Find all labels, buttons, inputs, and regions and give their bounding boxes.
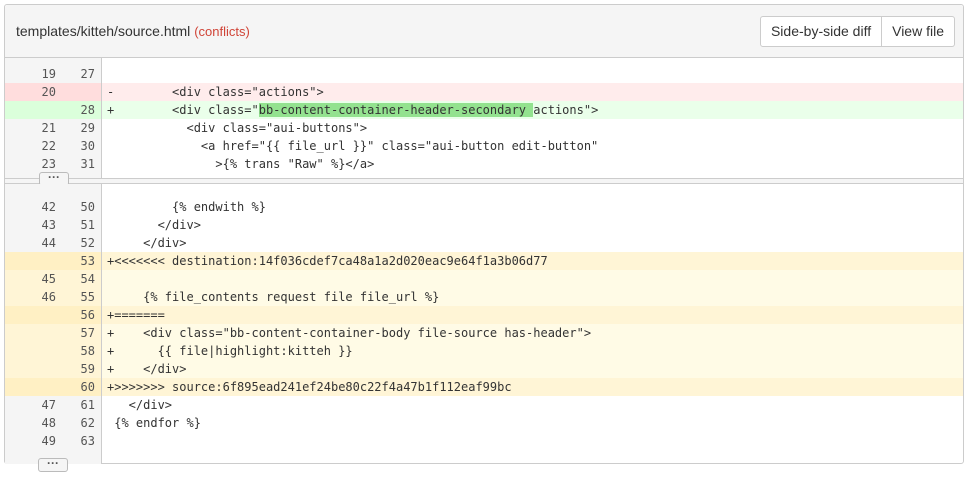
diff-line: 46 55 {% file_contents request file file_… xyxy=(5,288,963,306)
old-line-number[interactable]: 19 xyxy=(5,65,56,83)
new-line-number[interactable]: 56 xyxy=(61,306,95,324)
code-content: +>>>>>>> source:6f895ead241ef24be80c22f4… xyxy=(107,380,512,394)
old-line-number[interactable]: 22 xyxy=(5,137,56,155)
new-line-number[interactable]: 55 xyxy=(61,288,95,306)
code-segment: + <div class=" xyxy=(107,103,259,117)
diff-line: 48 62 {% endfor %} xyxy=(5,414,963,432)
code-content: {% endwith %} xyxy=(107,200,266,214)
new-line-number[interactable]: 31 xyxy=(61,155,95,173)
changed-word-highlight: bb-content-container-header-secondary xyxy=(258,103,534,117)
new-line-number[interactable]: 28 xyxy=(61,101,95,119)
side-by-side-diff-button[interactable]: Side-by-side diff xyxy=(759,16,883,47)
new-line-number[interactable]: 54 xyxy=(61,270,95,288)
code-content: + {{ file|highlight:kitteh }} xyxy=(107,344,353,358)
new-line-number[interactable]: 61 xyxy=(61,396,95,414)
code-content: + <div class="bb-content-container-body … xyxy=(107,326,592,340)
new-line-number[interactable]: 53 xyxy=(61,252,95,270)
diff-line: 42 50 {% endwith %} xyxy=(5,198,963,216)
diff-line: 60 +>>>>>>> source:6f895ead241ef24be80c22… xyxy=(5,378,963,396)
new-line-number[interactable]: 30 xyxy=(61,137,95,155)
old-line-number[interactable]: 45 xyxy=(5,270,56,288)
new-line-number[interactable]: 51 xyxy=(61,216,95,234)
code-content: </div> xyxy=(107,236,187,250)
diff-line: 43 51 </div> xyxy=(5,216,963,234)
code-content: + <div class="bb-content-container-heade… xyxy=(107,101,963,119)
diff-file-container: templates/kitteh/source.html (conflicts)… xyxy=(4,4,964,464)
old-line-number[interactable]: 20 xyxy=(5,83,56,101)
old-line-number[interactable]: 46 xyxy=(5,288,56,306)
new-line-number[interactable]: 29 xyxy=(61,119,95,137)
code-segment: actions"> xyxy=(533,103,599,117)
new-line-number[interactable]: 50 xyxy=(61,198,95,216)
old-line-number[interactable]: 44 xyxy=(5,234,56,252)
diff-line: 22 30 <a href="{{ file_url }}" class="aui… xyxy=(5,137,963,155)
file-header: templates/kitteh/source.html (conflicts)… xyxy=(5,5,963,58)
diff-line: 59 + </div> xyxy=(5,360,963,378)
new-line-number[interactable]: 57 xyxy=(61,324,95,342)
diff-line: 19 27 xyxy=(5,65,963,83)
new-line-number[interactable]: 60 xyxy=(61,378,95,396)
new-line-number[interactable]: 58 xyxy=(61,342,95,360)
diff-line: 44 52 </div> xyxy=(5,234,963,252)
new-line-number[interactable]: 52 xyxy=(61,234,95,252)
code-content: - <div class="actions"> xyxy=(107,85,324,99)
old-line-number[interactable]: 48 xyxy=(5,414,56,432)
code-content: </div> xyxy=(107,398,173,412)
old-line-number[interactable]: 21 xyxy=(5,119,56,137)
file-path-heading: templates/kitteh/source.html (conflicts) xyxy=(16,23,250,39)
diff-line: 58 + {{ file|highlight:kitteh }} xyxy=(5,342,963,360)
diff-hunk: 19 27 20- <div class="actions"> 28 + <div cl… xyxy=(5,58,963,178)
old-line-number[interactable]: 47 xyxy=(5,396,56,414)
new-line-number[interactable]: 59 xyxy=(61,360,95,378)
diff-line: 47 61 </div> xyxy=(5,396,963,414)
expand-context-button[interactable]: ··· xyxy=(38,457,68,472)
view-buttons: Side-by-side diff View file xyxy=(759,16,955,47)
view-file-button[interactable]: View file xyxy=(882,16,955,47)
diff-line: 20 - <div class="actions"> xyxy=(5,83,963,101)
new-line-number[interactable]: 63 xyxy=(61,432,95,450)
old-line-number[interactable]: 49 xyxy=(5,432,56,450)
new-line-number[interactable]: 62 xyxy=(61,414,95,432)
old-line-number[interactable]: 43 xyxy=(5,216,56,234)
code-content: {% endfor %} xyxy=(107,416,201,430)
code-content: <a href="{{ file_url }}" class="aui-butt… xyxy=(107,139,599,153)
code-content: {% file_contents request file file_url %… xyxy=(107,290,440,304)
diff-line: 56 +======= xyxy=(5,306,963,324)
code-content: +======= xyxy=(107,308,165,322)
diff-line: 21 29 <div class="aui-buttons"> xyxy=(5,119,963,137)
code-content: </div> xyxy=(107,218,201,232)
diff-line: 53 +<<<<<<< destination:14f036cdef7ca48a1… xyxy=(5,252,963,270)
diff-hunk: 42 50 {% endwith %} 43 51 </div> 44 52 </div>… xyxy=(5,184,963,464)
code-content: + </div> xyxy=(107,362,187,376)
old-line-number[interactable]: 42 xyxy=(5,198,56,216)
diff-line: 57 + <div class="bb-content-container-bod… xyxy=(5,324,963,342)
diff-line: 23 31 >{% trans "Raw" %}</a> xyxy=(5,155,963,173)
diff-line: 49 63 xyxy=(5,432,963,450)
diff-line: 45 54 xyxy=(5,270,963,288)
code-content: +<<<<<<< destination:14f036cdef7ca48a1a2… xyxy=(107,254,548,268)
code-content: >{% trans "Raw" %}</a> xyxy=(107,157,375,171)
code-content: <div class="aui-buttons"> xyxy=(107,121,368,135)
file-path[interactable]: templates/kitteh/source.html xyxy=(16,23,190,39)
conflicts-badge: (conflicts) xyxy=(194,24,250,39)
new-line-number[interactable]: 27 xyxy=(61,65,95,83)
diff-line: 28 + <div class="bb-content-container-hea… xyxy=(5,101,963,119)
